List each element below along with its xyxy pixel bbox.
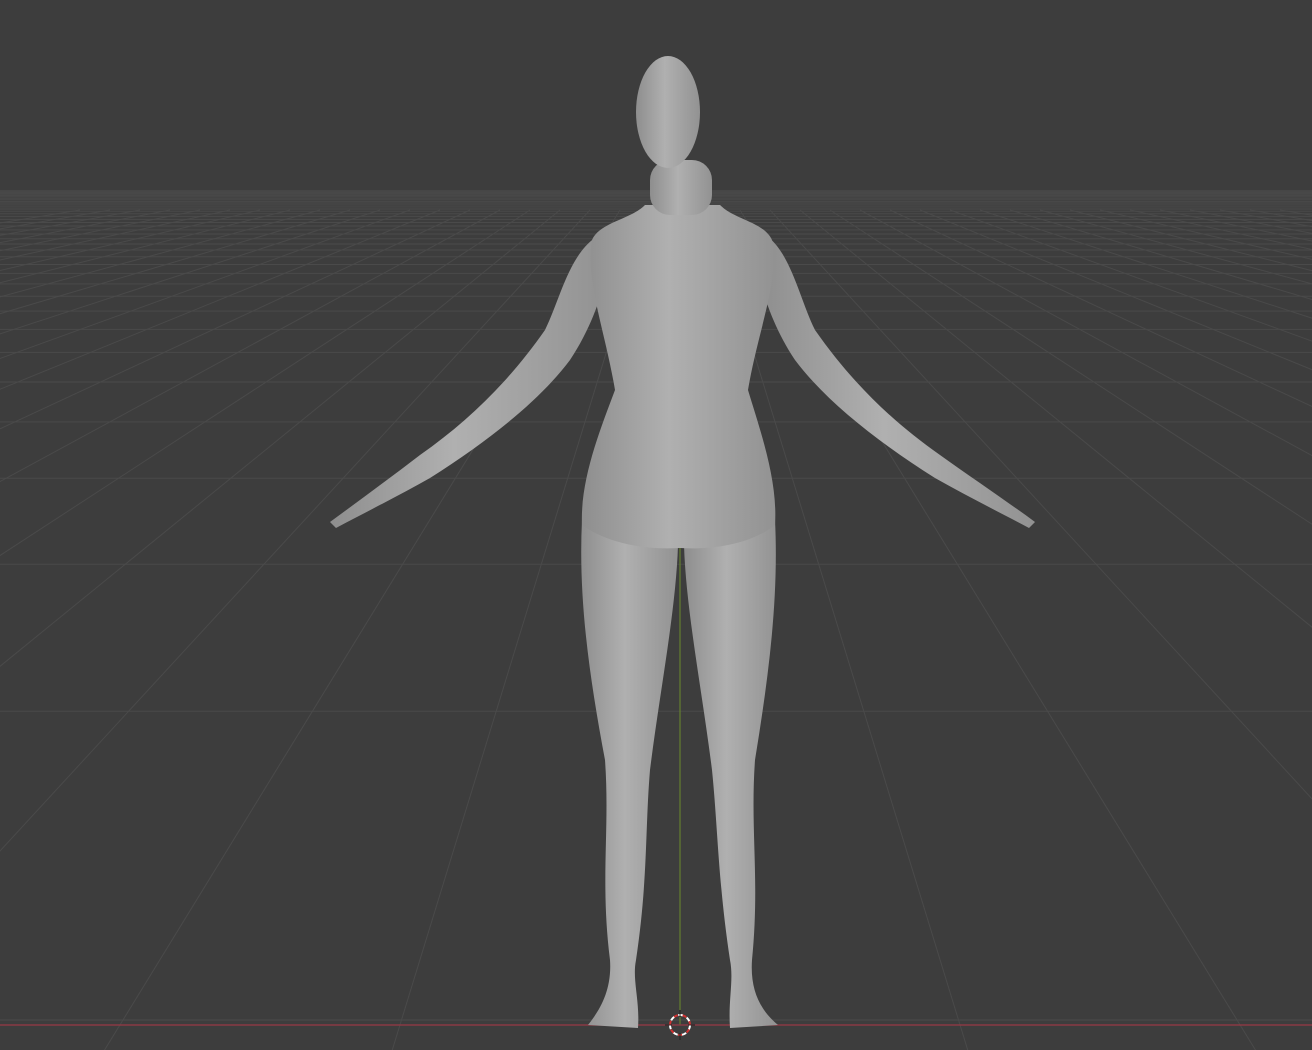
grid-line [0, 209, 291, 284]
grid-line [1159, 209, 1312, 242]
grid-line [0, 209, 471, 430]
grid-line [1069, 209, 1312, 272]
grid-line [0, 209, 111, 230]
grid-line [0, 209, 441, 390]
grid-line [1189, 209, 1312, 234]
viewport-canvas[interactable] [0, 0, 1312, 1050]
3d-viewport[interactable] [0, 0, 1312, 1050]
grid-line [859, 209, 1312, 457]
grid-line [0, 209, 411, 360]
grid-line [0, 209, 501, 483]
grid-line [0, 209, 171, 244]
grid-line [103, 209, 621, 1050]
neck [650, 160, 712, 215]
grid-line [739, 209, 1257, 1050]
grid-line [0, 209, 531, 557]
grid-line [1129, 209, 1312, 251]
grid-line [0, 209, 351, 315]
grid-line [0, 209, 141, 236]
grid-line [979, 209, 1312, 319]
right-leg [684, 520, 778, 1028]
grid-line [1039, 209, 1312, 285]
grid-line [1099, 209, 1312, 260]
grid-line [799, 209, 1312, 628]
grid-line [1279, 209, 1312, 216]
grid-line [949, 209, 1312, 342]
grid-line [0, 209, 561, 667]
grid-line [0, 209, 201, 252]
grid-line [0, 209, 231, 261]
grid-line [0, 209, 591, 852]
grid-line [769, 209, 1312, 800]
head [636, 56, 700, 168]
grid-line [0, 209, 81, 224]
grid-line [829, 209, 1312, 525]
left-leg [581, 520, 678, 1028]
grid-line [1249, 209, 1312, 222]
grid-line [889, 209, 1312, 408]
grid-line [0, 209, 321, 298]
grid-line [919, 209, 1312, 371]
grid-line [0, 209, 381, 335]
torso [581, 205, 776, 549]
